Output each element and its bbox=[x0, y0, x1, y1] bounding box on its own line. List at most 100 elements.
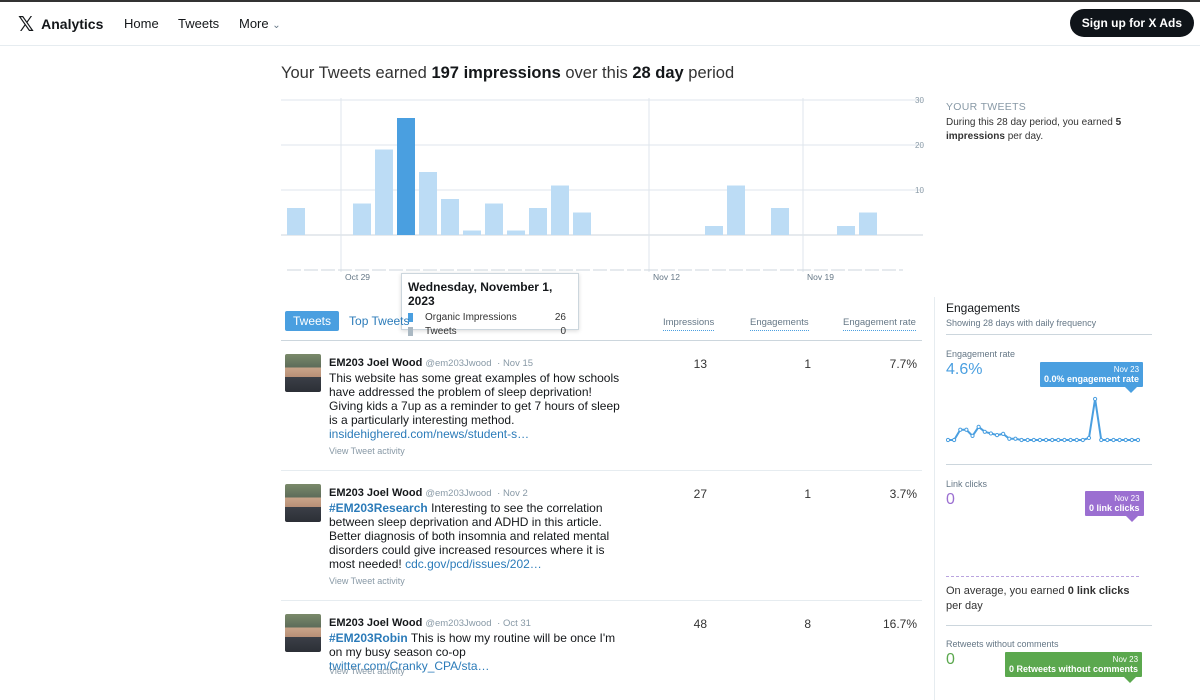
chart-bar bbox=[859, 212, 877, 235]
tooltip-label: Organic Impressions bbox=[425, 312, 517, 323]
view-tweet-activity-link[interactable]: View Tweet activity bbox=[329, 446, 405, 456]
sparkline-point bbox=[1056, 437, 1061, 443]
chart-bar bbox=[485, 203, 503, 235]
sparkline-point bbox=[1099, 437, 1104, 443]
tweet-hashtag[interactable]: #EM203Robin bbox=[329, 631, 408, 645]
badge-date: Nov 23 bbox=[1113, 365, 1140, 374]
sparkline-point bbox=[964, 427, 969, 432]
sparkline-point bbox=[1105, 437, 1110, 443]
sparkline-point bbox=[1080, 437, 1085, 443]
your-tweets-suffix: per day. bbox=[1007, 131, 1044, 142]
divider bbox=[946, 625, 1152, 626]
sparkline-point bbox=[1135, 437, 1141, 443]
x-tick-label: Nov 19 bbox=[807, 272, 834, 282]
sparkline-point bbox=[1129, 437, 1134, 443]
summary-middle: over this bbox=[565, 64, 628, 82]
meta-separator: · bbox=[494, 358, 503, 369]
engagements-value: 8 bbox=[804, 617, 811, 631]
chart-bar bbox=[837, 226, 855, 235]
author-name: EM203 Joel Wood bbox=[329, 357, 423, 369]
tweet-hashtag[interactable]: #EM203Research bbox=[329, 501, 428, 515]
impressions-value: 48 bbox=[693, 617, 707, 631]
column-header-engagements[interactable]: Engagements bbox=[750, 317, 809, 331]
tweet-author: EM203 Joel Wood @em203Jwood · Nov 15 bbox=[329, 357, 533, 369]
engagement-rate-total: 4.6% bbox=[946, 361, 983, 378]
chart-bar bbox=[463, 230, 481, 235]
sparkline-point bbox=[1050, 437, 1055, 443]
tweet-link[interactable]: insidehighered.com/news/student-s… bbox=[329, 427, 529, 441]
link-clicks-total: 0 bbox=[946, 491, 955, 508]
x-tick-label: Oct 29 bbox=[345, 272, 370, 282]
avatar[interactable] bbox=[285, 614, 321, 652]
chart-bar bbox=[375, 149, 393, 235]
sparkline-point bbox=[1092, 396, 1098, 402]
tab-top-tweets[interactable]: Top Tweets bbox=[349, 314, 409, 328]
summary-prefix: Your Tweets earned bbox=[281, 64, 427, 82]
badge-date: Nov 23 bbox=[1114, 494, 1140, 503]
tweet-tabs: Tweets Top Tweets bbox=[285, 311, 410, 331]
impressions-value: 27 bbox=[693, 487, 707, 501]
sparkline-point bbox=[1117, 437, 1122, 443]
badge-text: 0 link clicks bbox=[1089, 503, 1140, 513]
nav-more-label: More bbox=[239, 16, 269, 31]
chart-bar bbox=[287, 208, 305, 235]
avg-prefix: On average, you earned bbox=[946, 585, 1065, 597]
tooltip-label: Tweets bbox=[425, 326, 457, 337]
view-tweet-activity-link[interactable]: View Tweet activity bbox=[329, 576, 405, 586]
tooltip-row-tweets: Tweets 0 bbox=[408, 325, 572, 339]
sparkline-point bbox=[1111, 437, 1116, 443]
chart-bar bbox=[353, 203, 371, 235]
tooltip-value: 26 bbox=[554, 312, 566, 323]
nav-tweets-link[interactable]: Tweets bbox=[178, 16, 219, 31]
badge-date: Nov 23 bbox=[1112, 655, 1139, 664]
tweet-date: Oct 31 bbox=[502, 618, 531, 629]
summary-suffix: period bbox=[688, 64, 735, 82]
tweet-text: This website has some great examples of … bbox=[329, 371, 629, 441]
signup-ads-button[interactable]: Sign up for X Ads bbox=[1069, 9, 1194, 37]
logo-text: Analytics bbox=[41, 16, 104, 32]
avatar[interactable] bbox=[285, 354, 321, 392]
author-handle: @em203Jwood bbox=[425, 618, 492, 629]
engagements-value: 1 bbox=[804, 357, 811, 371]
your-tweets-title: YOUR TWEETS bbox=[946, 101, 1027, 113]
engagements-value: 1 bbox=[804, 487, 811, 501]
retweets-total: 0 bbox=[946, 651, 955, 668]
impressions-bar-chart: 10 20 30 Oct 29 Nov 12 Nov 19 bbox=[281, 96, 924, 282]
link-clicks-label: Link clicks bbox=[946, 479, 988, 489]
sparkline-point bbox=[1043, 437, 1049, 443]
your-tweets-summary: During this 28 day period, you earned 5 … bbox=[946, 116, 1146, 144]
tooltip-date: Wednesday, November 1, 2023 bbox=[408, 280, 553, 308]
chart-bar bbox=[771, 208, 789, 235]
sparkline-point bbox=[952, 437, 957, 443]
tweet-row: EM203 Joel Wood @em203Jwood · Nov 2 #EM20… bbox=[281, 471, 922, 601]
your-tweets-text: During this 28 day period, you earned bbox=[946, 117, 1113, 128]
nav-home-link[interactable]: Home bbox=[124, 16, 159, 31]
column-header-impressions[interactable]: Impressions bbox=[663, 317, 715, 331]
sparkline-point bbox=[988, 431, 994, 436]
tweet-author: EM203 Joel Wood @em203Jwood · Oct 31 bbox=[329, 617, 531, 629]
sparkline-point bbox=[1001, 431, 1006, 436]
sparkline-point bbox=[946, 437, 951, 443]
chart-tooltip: Wednesday, November 1, 2023 Organic Impr… bbox=[401, 273, 579, 337]
chart-bar bbox=[727, 185, 745, 235]
impressions-value: 13 bbox=[693, 357, 707, 371]
tweet-link[interactable]: cdc.gov/pcd/issues/202… bbox=[405, 557, 542, 571]
tweet-row: EM203 Joel Wood @em203Jwood · Oct 31 #EM2… bbox=[281, 601, 922, 700]
tweet-date: Nov 2 bbox=[502, 488, 528, 499]
sparkline-point bbox=[970, 433, 975, 439]
divider bbox=[946, 334, 1152, 335]
sparkline-point bbox=[1025, 437, 1030, 443]
tooltip-value: 0 bbox=[560, 326, 566, 337]
sparkline-point bbox=[1086, 435, 1092, 441]
x-tick-label: Nov 12 bbox=[653, 272, 680, 282]
engagement-rate-label: Engagement rate bbox=[946, 349, 1016, 359]
engagement-rate-value: 3.7% bbox=[889, 487, 917, 501]
tab-tweets[interactable]: Tweets bbox=[285, 311, 340, 331]
analytics-logo[interactable]: 𝕏 Analytics bbox=[18, 14, 103, 34]
view-tweet-activity-link[interactable]: View Tweet activity bbox=[329, 666, 405, 676]
y-tick-label: 10 bbox=[915, 186, 924, 195]
retweets-label: Retweets without comments bbox=[946, 639, 1059, 649]
avatar[interactable] bbox=[285, 484, 321, 522]
nav-more-menu[interactable]: More ⌄ bbox=[239, 16, 281, 31]
column-header-engagement-rate[interactable]: Engagement rate bbox=[843, 317, 916, 331]
